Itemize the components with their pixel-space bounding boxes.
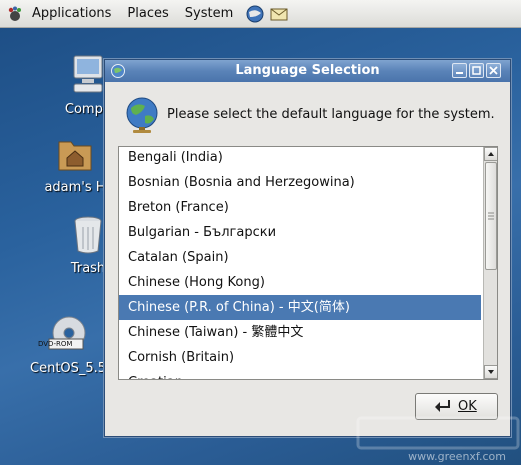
minimize-icon	[456, 72, 463, 74]
arrow-up-icon	[488, 152, 494, 156]
web-browser-launcher-icon[interactable]	[245, 4, 265, 24]
list-item[interactable]: Breton (France)	[119, 195, 481, 220]
dvd-icon	[48, 316, 86, 350]
list-item[interactable]: Bulgarian - Български	[119, 220, 481, 245]
trash-icon	[74, 216, 102, 254]
close-icon	[489, 66, 498, 75]
scrollbar-thumb[interactable]	[485, 162, 497, 270]
maximize-icon	[472, 66, 481, 75]
dialog-title: Language Selection	[235, 63, 380, 78]
grip-icon	[488, 212, 494, 220]
list-item[interactable]: Catalan (Spain)	[119, 245, 481, 270]
list-item[interactable]: Cornish (Britain)	[119, 345, 481, 370]
watermark-logo: www.greenxf.com	[356, 416, 520, 463]
list-scrollbar[interactable]	[483, 147, 497, 379]
watermark-text: www.greenxf.com	[408, 450, 506, 463]
list-item[interactable]: Bengali (India)	[119, 147, 481, 170]
menu-system[interactable]: System	[177, 6, 241, 21]
computer-icon	[73, 55, 103, 93]
list-item-selected[interactable]: Chinese (P.R. of China) - 中文(简体)	[119, 295, 481, 320]
prompt-text: Please select the default language for t…	[167, 107, 495, 122]
mail-launcher-icon[interactable]	[269, 4, 289, 24]
home-folder-icon	[58, 141, 92, 171]
dialog-titlebar[interactable]: Language Selection	[105, 60, 510, 82]
dvd-disc-text: DVD-ROM	[38, 340, 73, 348]
close-button[interactable]	[486, 63, 501, 78]
menu-applications[interactable]: Applications	[24, 6, 119, 21]
desktop-home-folder[interactable]: adam's H	[40, 132, 110, 195]
language-list[interactable]: Bengali (India) Bosnian (Bosnia and Herz…	[118, 146, 498, 380]
desktop-dvd[interactable]: DVD-ROM CentOS_5.5	[30, 315, 106, 376]
list-item[interactable]: Bosnian (Bosnia and Herzegowina)	[119, 170, 481, 195]
enter-arrow-icon	[435, 400, 450, 412]
ok-label: OK	[458, 399, 477, 414]
list-item[interactable]: Chinese (Hong Kong)	[119, 270, 481, 295]
scroll-down-button[interactable]	[484, 365, 497, 379]
desktop-icon-label: CentOS_5.5	[30, 361, 107, 376]
menu-places[interactable]: Places	[119, 6, 176, 21]
scroll-up-button[interactable]	[484, 147, 497, 161]
globe-icon	[126, 97, 158, 133]
gnome-foot-icon[interactable]	[6, 5, 24, 23]
arrow-down-icon	[488, 370, 494, 374]
top-panel: Applications Places System	[0, 0, 521, 28]
list-item[interactable]: Chinese (Taiwan) - 繁體中文	[119, 320, 481, 345]
language-selection-dialog: Language Selection Please select the def…	[104, 59, 511, 437]
list-item[interactable]: Croatian	[119, 370, 481, 379]
maximize-button[interactable]	[469, 63, 484, 78]
minimize-button[interactable]	[452, 63, 467, 78]
desktop-icon-label: adam's H	[44, 180, 106, 195]
